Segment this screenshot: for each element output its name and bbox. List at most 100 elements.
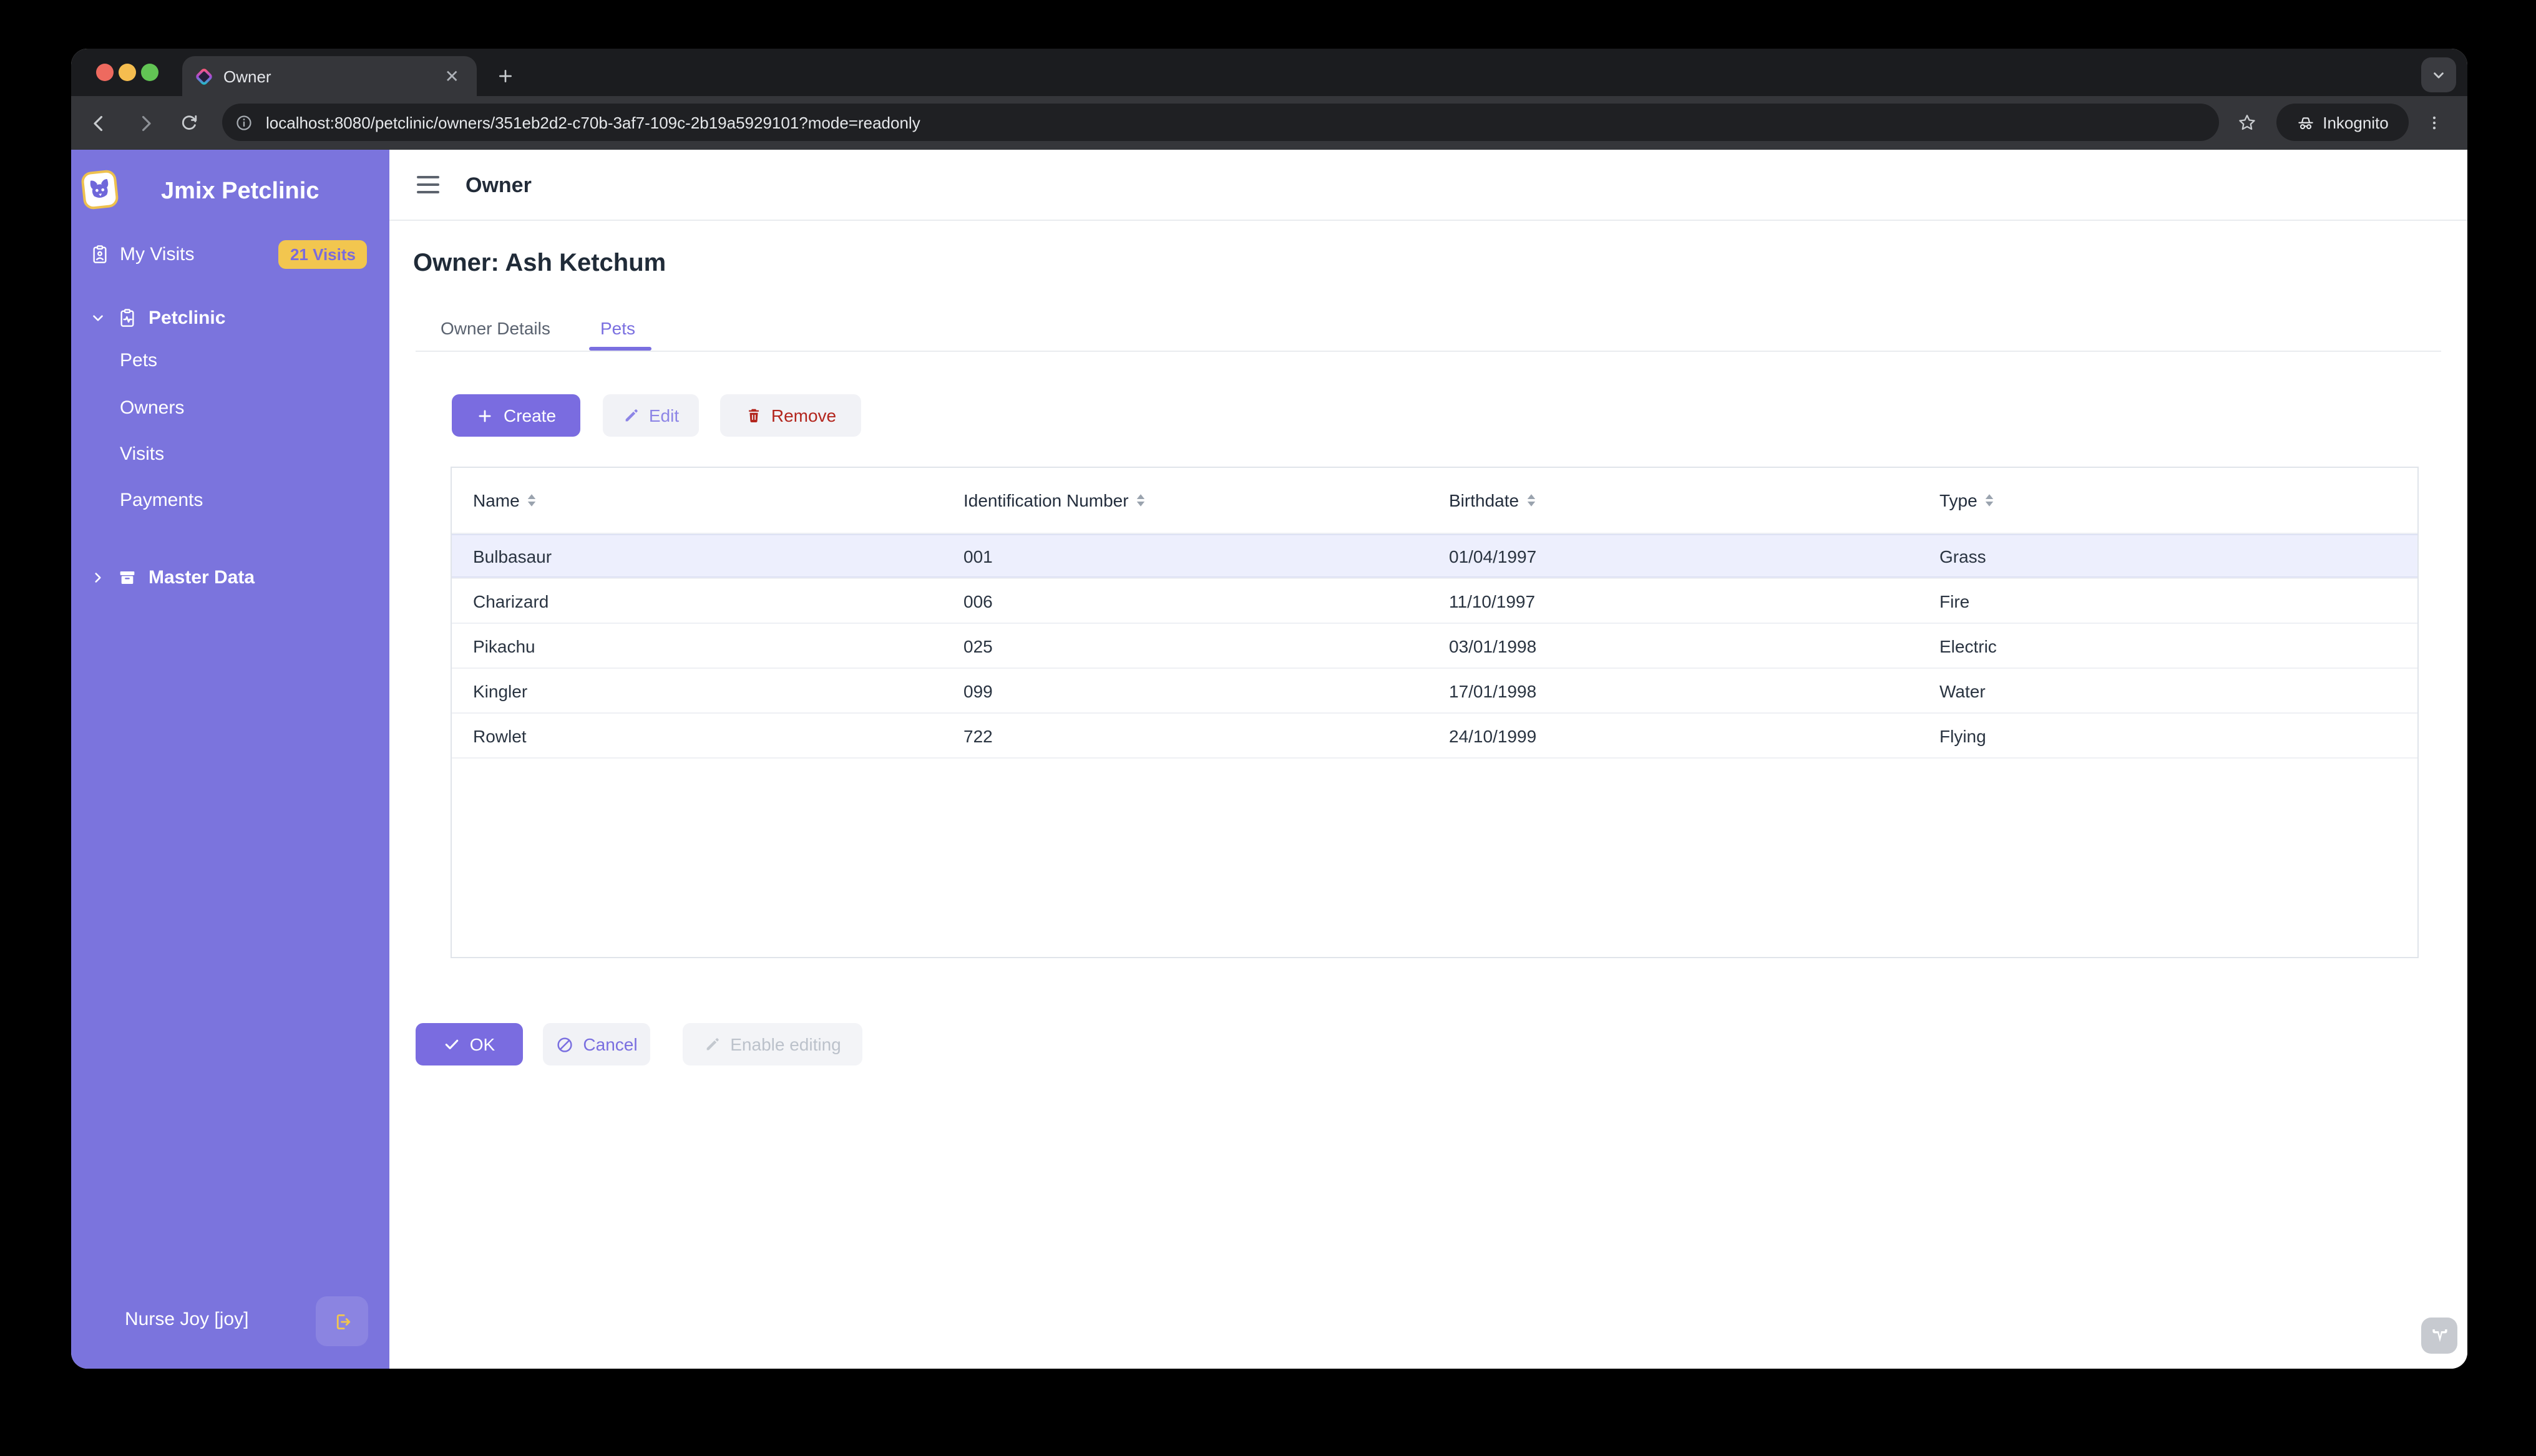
table-row[interactable]: Charizard 006 11/10/1997 Fire [452,579,2417,624]
maximize-window-button[interactable] [141,64,158,81]
cell-id: 001 [963,546,993,566]
remove-button[interactable]: Remove [720,394,861,437]
my-visits-label: My Visits [120,244,195,265]
birthdate-column-label: Birthdate [1449,490,1519,510]
table-row[interactable]: Pikachu 025 03/01/1998 Electric [452,624,2417,669]
browser-toolbar: localhost:8080/petclinic/owners/351eb2d2… [71,96,2467,150]
sort-icon [1527,494,1536,507]
column-header-identification-number[interactable]: Identification Number [963,490,1146,510]
reload-icon[interactable] [173,107,205,138]
ban-icon [557,1037,573,1052]
pencil-icon [706,1038,719,1051]
vaadin-debug-button[interactable] [2421,1318,2457,1354]
pencil-icon [625,409,638,422]
cell-name: Bulbasaur [473,546,552,566]
name-column-label: Name [473,490,520,510]
cell-type: Electric [1939,636,1997,656]
logout-icon [331,1311,353,1332]
logout-button[interactable] [316,1296,368,1346]
cell-birthdate: 03/01/1998 [1449,636,1537,656]
desktop: Owner ✕ localhost:8080/petclinic/owners/… [0,0,2536,1456]
master-data-label: Master Data [149,567,255,588]
app-title: Jmix Petclinic [161,178,319,205]
enable-editing-button[interactable]: Enable editing [683,1023,862,1065]
cell-id: 025 [963,636,993,656]
archive-box-icon [117,568,137,588]
tab-strip: Owner ✕ [71,49,2467,96]
sidebar-item-payments[interactable]: Payments [71,478,389,523]
browser-menu-kebab-icon[interactable] [2419,107,2450,138]
check-icon [446,1039,459,1049]
forward-icon[interactable] [130,107,161,138]
incognito-badge: Inkognito [2276,104,2409,141]
app-bar-title: Owner [466,173,532,197]
petclinic-section-label: Petclinic [149,308,226,329]
column-header-birthdate[interactable]: Birthdate [1449,490,1536,510]
tab-owner-details[interactable]: Owner Details [441,318,550,338]
payments-label: Payments [120,490,203,511]
incognito-icon [2296,113,2315,132]
minimize-window-button[interactable] [119,64,136,81]
visits-label: Visits [120,444,165,465]
chevron-right-icon [90,570,106,586]
plus-icon [479,409,492,422]
tab-title: Owner [223,67,271,85]
cell-type: Water [1939,681,1986,701]
tabs-divider [416,351,2441,352]
jmix-favicon-icon [195,67,213,85]
sidebar-item-my-visits[interactable]: My Visits 21 Visits [71,232,389,277]
create-button[interactable]: Create [452,394,580,437]
sidebar-item-owners[interactable]: Owners [71,386,389,430]
pets-table: Name Identification Number Birthdate Typ… [451,467,2419,958]
tab-pets[interactable]: Pets [600,318,635,338]
vaadin-icon [2432,1329,2447,1342]
cell-birthdate: 01/04/1997 [1449,546,1537,566]
petclinic-logo [80,169,119,210]
cell-id: 722 [963,726,993,745]
new-tab-button[interactable] [488,59,523,94]
incognito-label: Inkognito [2323,113,2389,132]
cancel-label: Cancel [583,1034,638,1054]
back-icon[interactable] [82,107,114,138]
tab-search-chevron-button[interactable] [2421,57,2456,92]
sort-icon [1137,494,1145,507]
type-column-label: Type [1939,490,1978,510]
sidebar-item-pets[interactable]: Pets [71,338,389,383]
close-tab-icon[interactable]: ✕ [440,65,464,87]
create-label: Create [503,405,557,425]
url-bar[interactable]: localhost:8080/petclinic/owners/351eb2d2… [222,104,2219,141]
table-row[interactable]: Kingler 099 17/01/1998 Water [452,669,2417,714]
id-column-label: Identification Number [963,490,1129,510]
page-title: Owner: Ash Ketchum [413,250,666,277]
cell-birthdate: 24/10/1999 [1449,726,1537,745]
cell-name: Rowlet [473,726,527,745]
cell-id: 099 [963,681,993,701]
cell-id: 006 [963,591,993,611]
sidebar-section-master-data[interactable]: Master Data [71,555,389,600]
clipboard-pulse-icon [117,308,137,328]
table-row[interactable]: Bulbasaur 001 01/04/1997 Grass [452,534,2417,579]
sidebar: Jmix Petclinic My Visits 21 Visits Petcl… [71,150,389,1369]
browser-tab-owner[interactable]: Owner ✕ [182,56,477,96]
bookmark-star-icon[interactable] [2231,107,2263,138]
edit-button[interactable]: Edit [603,394,699,437]
site-info-icon[interactable] [235,113,253,132]
sidebar-section-petclinic[interactable]: Petclinic [71,296,389,341]
cell-birthdate: 11/10/1997 [1449,591,1536,611]
cell-type: Fire [1939,591,1970,611]
ok-label: OK [469,1034,495,1054]
ok-button[interactable]: OK [416,1023,523,1065]
app-bar-divider [389,220,2467,221]
column-header-type[interactable]: Type [1939,490,1995,510]
url-text: localhost:8080/petclinic/owners/351eb2d2… [266,113,920,132]
column-header-name[interactable]: Name [473,490,537,510]
cell-name: Pikachu [473,636,535,656]
edit-label: Edit [648,405,680,425]
chevron-down-icon [90,310,106,326]
sidebar-item-visits[interactable]: Visits [71,432,389,477]
table-row[interactable]: Rowlet 722 24/10/1999 Flying [452,714,2417,759]
cancel-button[interactable]: Cancel [543,1023,650,1065]
cell-birthdate: 17/01/1998 [1449,681,1537,701]
menu-toggle-button[interactable] [417,176,439,194]
close-window-button[interactable] [96,64,114,81]
